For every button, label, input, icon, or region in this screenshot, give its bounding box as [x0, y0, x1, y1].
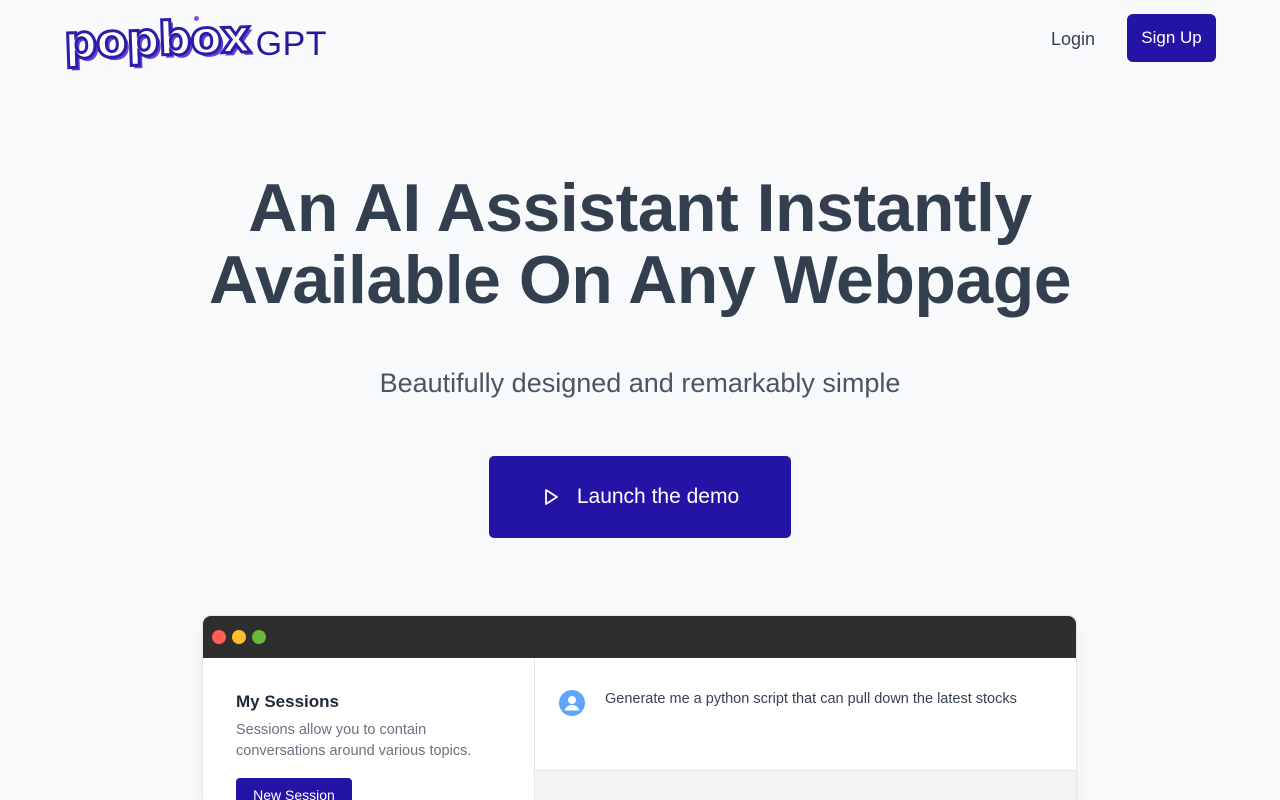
sessions-description: Sessions allow you to contain conversati…	[236, 722, 472, 759]
hero-title-line-2: Available On Any Webpage	[208, 242, 1072, 318]
login-link[interactable]: Login	[1038, 24, 1108, 54]
play-icon	[544, 489, 558, 505]
chat-panel: Generate me a python script that can pul…	[535, 658, 1076, 800]
launch-demo-label: Launch the demo	[576, 485, 740, 508]
sessions-title: My Sessions	[236, 692, 339, 711]
app-preview-window: My Sessions Sessions allow you to contai…	[203, 616, 1076, 800]
window-maximize-icon[interactable]	[252, 630, 266, 644]
chat-reply-area	[535, 771, 1076, 800]
signup-button[interactable]: Sign Up	[1127, 14, 1216, 62]
window-titlebar	[203, 616, 1076, 658]
launch-demo-button[interactable]: Launch the demo	[489, 456, 791, 538]
chat-message-text: Generate me a python script that can pul…	[605, 691, 1017, 707]
sessions-sidebar: My Sessions Sessions allow you to contai…	[203, 658, 535, 800]
popbox-gpt-logo[interactable]: popbox GPT	[62, 7, 327, 70]
hero-title: An AI Assistant Instantly Available On A…	[140, 172, 1140, 316]
chat-message-user: Generate me a python script that can pul…	[535, 658, 1076, 771]
window-close-icon[interactable]	[212, 630, 226, 644]
hero-title-line-1: An AI Assistant Instantly	[248, 170, 1032, 246]
new-session-button[interactable]: New Session	[236, 778, 352, 800]
hero-subtitle: Beautifully designed and remarkably simp…	[379, 368, 901, 398]
user-avatar-icon	[559, 690, 585, 716]
logo-sparkle-icon	[194, 16, 199, 21]
logo-suffix: GPT	[255, 25, 328, 63]
site-header: popbox GPT Login Sign Up	[0, 0, 1280, 80]
logo-wordmark: popbox	[62, 7, 252, 70]
window-minimize-icon[interactable]	[232, 630, 246, 644]
